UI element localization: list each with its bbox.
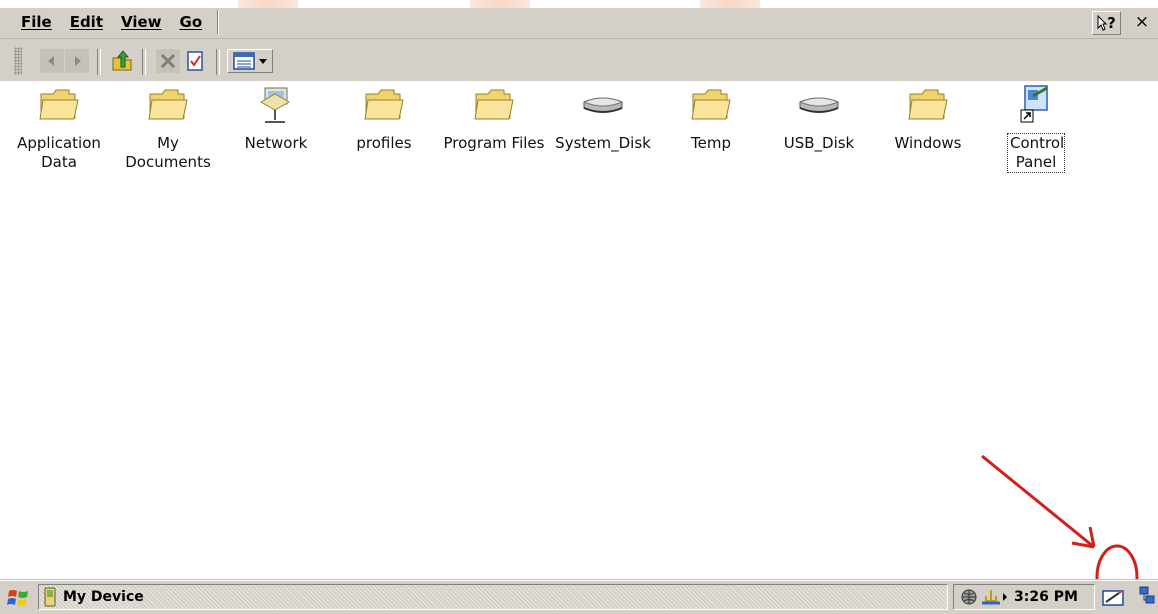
- item-my-documents[interactable]: My Documents: [113, 82, 223, 172]
- item-label: Application Data: [17, 134, 101, 171]
- toolbar-separator: [97, 49, 101, 75]
- folder-icon: [148, 89, 188, 120]
- start-button[interactable]: [6, 586, 32, 610]
- item-label: Network: [244, 134, 308, 152]
- toolbar-grip[interactable]: [14, 47, 22, 75]
- item-label: profiles: [356, 134, 412, 152]
- back-icon: [48, 56, 54, 66]
- delete-icon: [160, 53, 176, 69]
- item-control-panel[interactable]: Control Panel: [981, 82, 1091, 173]
- item-label: Program Files: [443, 134, 545, 152]
- item-temp[interactable]: Temp: [656, 82, 766, 153]
- device-icon: [44, 587, 56, 607]
- folder-icon: [474, 89, 514, 120]
- folder-icon: [908, 89, 948, 120]
- toolbar-separator: [142, 49, 146, 75]
- menu-edit[interactable]: Edit: [61, 13, 112, 31]
- globe-icon[interactable]: [960, 588, 978, 606]
- toolbar: [0, 39, 1158, 82]
- item-profiles[interactable]: profiles: [329, 82, 439, 153]
- close-button[interactable]: ×: [1130, 11, 1154, 33]
- menu-view[interactable]: View: [112, 13, 171, 31]
- pointer-icon: [1097, 15, 1108, 31]
- task-my-device[interactable]: My Device: [38, 584, 948, 610]
- item-application-data[interactable]: Application Data: [4, 82, 114, 172]
- task-label: My Device: [63, 589, 144, 605]
- menu-group: File Edit View Go: [12, 10, 219, 34]
- delete-button[interactable]: [156, 49, 180, 73]
- help-question-mark: ?: [1107, 14, 1116, 32]
- clock: 3:26 PM: [1014, 589, 1078, 605]
- item-program-files[interactable]: Program Files: [439, 82, 549, 153]
- up-folder-button[interactable]: [110, 49, 134, 73]
- item-label: USB_Disk: [783, 134, 855, 152]
- item-system-disk[interactable]: System_Disk: [548, 82, 658, 153]
- watermark-strip: [470, 0, 530, 8]
- menu-file[interactable]: File: [12, 13, 61, 31]
- folder-icon: [39, 89, 79, 120]
- input-panel-icon[interactable]: [1101, 587, 1127, 609]
- folder-icon: [691, 89, 731, 120]
- forward-button[interactable]: [65, 49, 89, 73]
- desktop-toggle-icon[interactable]: [1138, 585, 1156, 609]
- toolbar-separator: [216, 49, 220, 75]
- help-button[interactable]: ?: [1092, 11, 1121, 35]
- chevron-down-icon: [258, 59, 267, 64]
- watermark-strip: [238, 0, 298, 8]
- menu-go[interactable]: Go: [171, 13, 212, 31]
- disk-icon: [582, 97, 624, 113]
- back-button[interactable]: [40, 49, 64, 73]
- folder-icon: [364, 89, 404, 120]
- properties-icon: [187, 51, 203, 71]
- up-folder-icon: [112, 50, 132, 71]
- views-dropdown[interactable]: [227, 49, 273, 73]
- usb-connection-icon[interactable]: [980, 588, 1002, 606]
- item-label: Control Panel: [1007, 133, 1065, 173]
- system-tray: 3:26 PM: [953, 584, 1095, 610]
- control-panel-icon: [1020, 85, 1048, 123]
- tray-expand-arrow-icon[interactable]: [1002, 592, 1008, 602]
- item-label: My Documents: [125, 134, 211, 171]
- item-usb-disk[interactable]: USB_Disk: [764, 82, 874, 153]
- watermark-strip: [700, 0, 760, 8]
- item-label: System_Disk: [555, 134, 651, 152]
- menu-bar: File Edit View Go ? ×: [0, 8, 1158, 39]
- item-label: Temp: [691, 134, 731, 152]
- properties-button[interactable]: [183, 49, 207, 73]
- item-windows[interactable]: Windows: [873, 82, 983, 153]
- forward-icon: [75, 56, 81, 66]
- item-network[interactable]: Network: [221, 82, 331, 153]
- taskbar: My Device 3:26 PM: [0, 580, 1158, 614]
- disk-icon: [798, 97, 840, 113]
- network-icon: [259, 87, 291, 123]
- item-label: Windows: [894, 134, 962, 152]
- views-icon: [232, 52, 255, 70]
